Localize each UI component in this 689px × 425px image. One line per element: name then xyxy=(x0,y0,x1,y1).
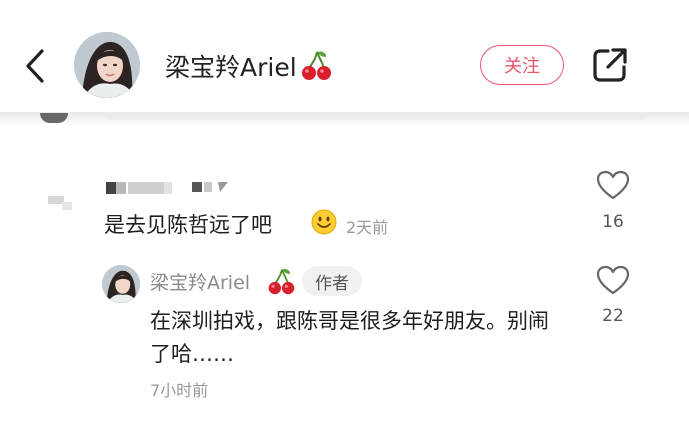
previous-content-shade xyxy=(104,112,649,120)
chevron-left-icon[interactable] xyxy=(20,45,52,87)
heart-icon[interactable] xyxy=(596,265,630,295)
cherry-icon xyxy=(268,269,295,295)
avatar[interactable] xyxy=(74,32,140,98)
follow-button[interactable]: 关注 xyxy=(480,45,564,85)
blurred-commenter-name xyxy=(48,182,228,210)
reply-author-name[interactable]: 梁宝羚Ariel xyxy=(150,268,250,295)
reply-like-count: 22 xyxy=(602,306,624,326)
profile-header: 梁宝羚Ariel 关注 xyxy=(0,0,689,118)
author-badge: 作者 xyxy=(302,266,362,296)
reply-avatar[interactable] xyxy=(102,265,140,303)
comment-timestamp: 2天前 xyxy=(346,218,389,237)
comment-like-count: 16 xyxy=(602,212,624,232)
author-name[interactable]: 梁宝羚Ariel xyxy=(165,48,297,84)
smiley-emoji-icon xyxy=(311,209,337,235)
reply-text: 在深圳拍戏，跟陈哥是很多年好朋友。别闹了哈…… xyxy=(150,309,549,366)
heart-icon[interactable] xyxy=(596,170,630,200)
comment-text: 是去见陈哲远了吧 xyxy=(104,213,272,237)
share-icon[interactable] xyxy=(590,45,630,85)
reply-timestamp: 7小时前 xyxy=(150,381,209,400)
cherry-icon xyxy=(302,51,331,80)
